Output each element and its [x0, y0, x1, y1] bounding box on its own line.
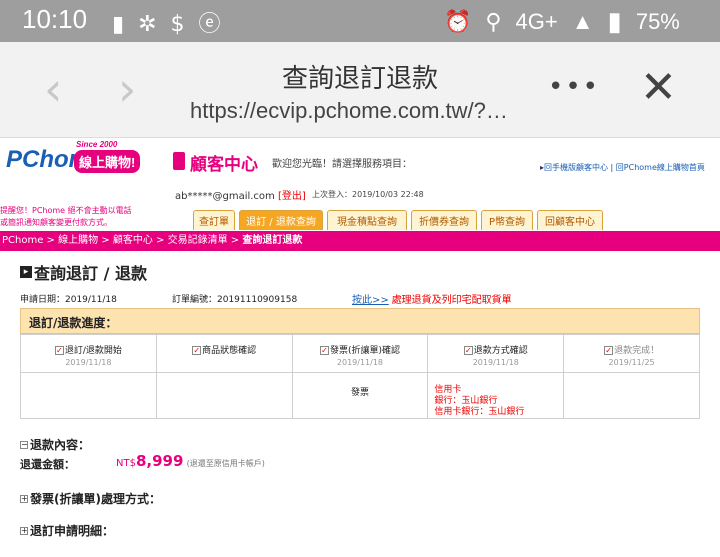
user-email: ab*****@gmail.com [登出]: [175, 191, 306, 202]
more-menu-icon[interactable]: •••: [548, 72, 600, 102]
progress-heading: 退訂/退款進度：: [20, 308, 700, 334]
e-icon: ⓔ: [198, 12, 235, 37]
invoice-cell: 發票: [291, 372, 429, 419]
page-title: ▸ 查詢退訂 / 退款: [20, 260, 147, 284]
refund-method-cell: 信用卡 銀行：玉山銀行 信用卡銀行：玉山銀行: [427, 372, 565, 419]
progress-detail: [20, 372, 157, 419]
checkbox-icon: ✓: [192, 346, 202, 355]
top-links: ▸回手機版顧客中心 | 回PChome線上購物首頁: [540, 163, 705, 172]
tab-bar: 查訂單 退訂 / 退款查詢 現金積點查詢 折價券查詢 P幣查詢 回顧客中心: [193, 210, 603, 230]
browser-bar: ‹ › 查詢退訂退款 https://ecvip.pchome.com.tw/?…: [0, 42, 720, 138]
welcome-text: 歡迎您光臨！請選擇服務項目：: [272, 159, 412, 170]
apply-date: 申請日期：2019/11/18: [20, 295, 117, 305]
last-login: 上次登入：2019/10/03 22:48: [312, 190, 424, 199]
notification-icons: ▮✲$ⓔ: [112, 6, 235, 38]
refund-amount: NT$8,999 (退還至原信用卡帳戶): [116, 452, 265, 470]
browser-page-title: 查詢退訂退款: [281, 64, 438, 94]
checkbox-icon: ✓: [604, 346, 614, 355]
battery-icon: ▮: [607, 6, 622, 36]
tab-points[interactable]: 現金積點查詢: [327, 210, 407, 230]
cancel-detail-section[interactable]: + 退訂申請明細：: [20, 522, 114, 539]
battery-percent: 75%: [635, 8, 680, 34]
breadcrumb-item[interactable]: 顧客中心: [113, 235, 153, 246]
refund-amount-label: 退還金額：: [20, 458, 75, 471]
click-here-link[interactable]: 按此>>: [352, 295, 389, 306]
tab-coupons[interactable]: 折價券查詢: [411, 210, 477, 230]
breadcrumb-item[interactable]: PChome: [2, 235, 43, 246]
logout-link[interactable]: [登出]: [278, 191, 306, 202]
tab-back-center[interactable]: 回顧客中心: [537, 210, 603, 230]
fan-icon: ✲: [138, 12, 171, 37]
shopping-bag-icon: ▮: [112, 12, 139, 37]
progress-step: ✓ 發票(折讓單)確認 2019/11/18: [291, 334, 429, 373]
collapse-icon[interactable]: −: [20, 440, 28, 449]
shopping-bag-icon: [173, 152, 185, 170]
mobile-center-link[interactable]: 回手機版顧客中心: [544, 163, 608, 172]
progress-step: ✓ 退款方式確認 2019/11/18: [427, 334, 565, 373]
progress-detail: [563, 372, 700, 419]
checkbox-icon: ✓: [319, 346, 329, 355]
invoice-method-section[interactable]: + 發票(折讓單)處理方式：: [20, 490, 161, 507]
clock: 10:10: [22, 4, 88, 34]
close-icon[interactable]: ✕: [640, 62, 677, 113]
arrow-box-icon: ▸: [20, 266, 32, 278]
checkbox-icon: ✓: [463, 346, 473, 355]
home-link[interactable]: 回PChome線上購物首頁: [616, 163, 705, 172]
status-bar: 10:10 ▮✲$ⓔ ⏰ ⚲ 4G+ ▲ ▮ 75%: [0, 0, 720, 42]
system-icons: ⏰ ⚲ 4G+ ▲ ▮ 75%: [444, 6, 680, 37]
return-process-link: 按此>> 處理退貨及列印宅配取貨單: [352, 295, 512, 306]
location-icon: ⚲: [485, 8, 502, 34]
alarm-icon: ⏰: [444, 8, 472, 34]
breadcrumb: PChome > 線上購物 > 顧客中心 > 交易記錄清單 > 查詢退訂退款: [0, 231, 720, 251]
progress-step: ✓ 退訂/退款開始 2019/11/18: [20, 334, 157, 373]
progress-step: ✓ 退款完成！ 2019/11/25: [563, 334, 700, 373]
breadcrumb-current: 查詢退訂退款: [242, 235, 303, 246]
pchome-logo[interactable]: PChome Since 2000 線上購物!: [6, 140, 141, 174]
progress-table: ✓ 退訂/退款開始 2019/11/18 ✓ 商品狀態確認 ✓ 發票(折讓單)確認 201…: [20, 334, 700, 419]
tab-orders[interactable]: 查訂單: [193, 210, 235, 230]
order-number: 訂單編號：20191110909158: [172, 295, 298, 305]
expand-icon[interactable]: +: [20, 494, 28, 503]
breadcrumb-item[interactable]: 線上購物: [58, 235, 98, 246]
breadcrumb-item[interactable]: 交易記錄清單: [168, 235, 228, 246]
back-arrow-icon[interactable]: ‹: [44, 62, 62, 116]
customer-center-title: 顧客中心: [190, 155, 258, 175]
refund-content-section[interactable]: − 退款內容：: [20, 436, 90, 453]
browser-url[interactable]: https://ecvip.pchome.com.tw/?…: [190, 98, 508, 124]
warning-notice: 提醒您！PChome 絕不會主動以電話 或簡訊通知顧客變更付款方式。: [0, 206, 132, 227]
signal-icon: ▲: [571, 8, 594, 34]
checkbox-icon: ✓: [54, 346, 64, 355]
tab-pcoin[interactable]: P幣查詢: [481, 210, 533, 230]
tab-refund[interactable]: 退訂 / 退款查詢: [239, 210, 323, 230]
progress-step: ✓ 商品狀態確認: [155, 334, 293, 373]
forward-arrow-icon[interactable]: ›: [118, 62, 136, 116]
expand-icon[interactable]: +: [20, 526, 28, 535]
dollar-icon: $: [170, 12, 199, 37]
network-label: 4G+: [515, 8, 558, 34]
progress-detail: [155, 372, 293, 419]
